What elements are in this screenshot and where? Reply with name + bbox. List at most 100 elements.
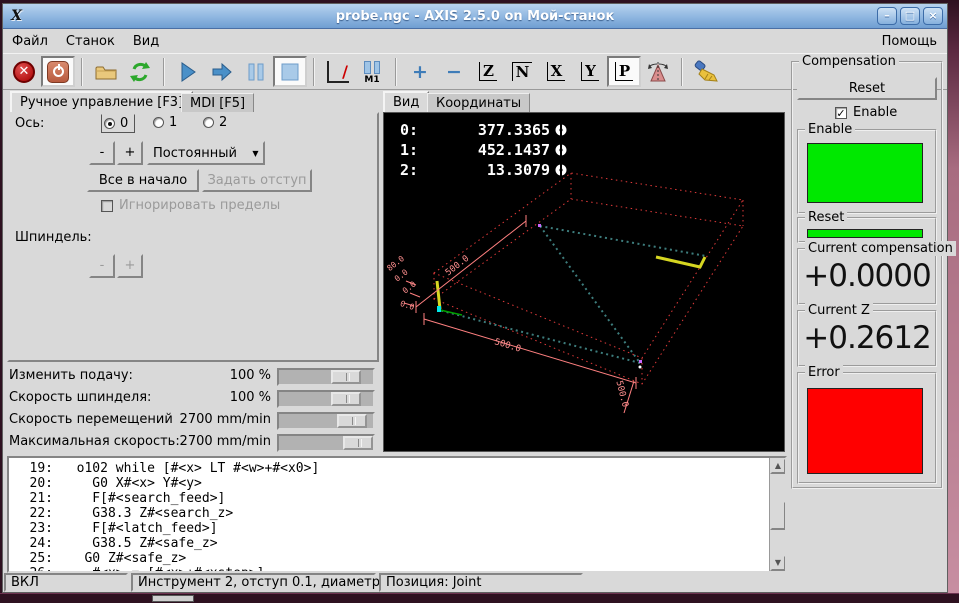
comp-enable-checkbox[interactable]: ✓ Enable bbox=[835, 105, 897, 120]
titlebar[interactable]: X probe.ngc - AXIS 2.5.0 on Мой-станок –… bbox=[3, 4, 947, 29]
override-limits-label: Игнорировать пределы bbox=[119, 198, 281, 213]
view-rotated-top-button[interactable]: N bbox=[505, 56, 539, 87]
gcode-line[interactable]: 19: o102 while [#<x> LT #<w>+#<x0>] bbox=[9, 461, 785, 476]
status-tool-info: Инструмент 2, отступ 0.1, диаметр 0. bbox=[131, 573, 397, 592]
view-perspective-icon: P bbox=[614, 62, 634, 81]
zoom-out-icon: − bbox=[446, 60, 462, 83]
enable-indicator-title: Enable bbox=[805, 122, 856, 137]
touch-off-button: Задать отступ bbox=[202, 169, 312, 192]
preview-3d-canvas[interactable]: 0: 377.3365 1: 452.1437 2: 13.3079 500.0… bbox=[383, 112, 785, 452]
scroll-down-icon[interactable]: ▼ bbox=[770, 555, 785, 571]
skip-lines-button[interactable]: / bbox=[321, 56, 355, 87]
gcode-line[interactable]: 22: G38.3 Z#<search_z> bbox=[9, 506, 785, 521]
jog-minus-button[interactable]: - bbox=[89, 141, 115, 165]
view-side-button[interactable]: X bbox=[539, 56, 573, 87]
tab-manual-control[interactable]: Ручное управление [F3] bbox=[10, 91, 194, 112]
slider-thumb[interactable] bbox=[343, 436, 373, 450]
minimize-button[interactable]: – bbox=[877, 7, 897, 25]
zoom-out-button[interactable]: − bbox=[437, 56, 471, 87]
menu-view[interactable]: Вид bbox=[124, 32, 168, 51]
pause-button[interactable] bbox=[239, 56, 273, 87]
gcode-scrollbar[interactable]: ▲ ▼ bbox=[769, 458, 785, 571]
jog-mode-select[interactable]: Постоянный ▼ bbox=[147, 141, 265, 165]
gcode-listing[interactable]: 19: o102 while [#<x> LT #<w>+#<x0>] 20: … bbox=[7, 456, 787, 573]
view-top-button[interactable]: Z bbox=[471, 56, 505, 87]
gcode-line[interactable]: 24: G38.5 Z#<safe_z> bbox=[9, 536, 785, 551]
axis-radio-1[interactable]: 1 bbox=[153, 115, 177, 130]
estop-icon: ✕ bbox=[13, 60, 35, 83]
toolbar-separator bbox=[681, 57, 683, 86]
spindle-plus-button: + bbox=[117, 254, 143, 278]
status-position-mode: Позиция: Joint bbox=[379, 573, 583, 592]
jog-speed-value: 2700 mm/min bbox=[179, 412, 271, 427]
desktop-right-strip bbox=[948, 0, 959, 603]
gcode-line-number: 26: bbox=[9, 566, 53, 571]
view-perspective-button[interactable]: P bbox=[607, 56, 641, 87]
tab-preview[interactable]: Вид bbox=[383, 91, 430, 112]
jog-mode-value: Постоянный bbox=[153, 145, 237, 161]
reload-icon bbox=[130, 61, 150, 82]
axis-radio-0[interactable]: 0 bbox=[101, 114, 136, 133]
gcode-line[interactable]: 23: F[#<latch_feed>] bbox=[9, 521, 785, 536]
scrollbar-thumb[interactable] bbox=[770, 500, 785, 531]
error-indicator-frame: Error bbox=[797, 365, 937, 484]
slider-thumb[interactable] bbox=[331, 370, 361, 384]
reload-button[interactable] bbox=[123, 56, 157, 87]
slider-thumb[interactable] bbox=[331, 392, 361, 406]
clear-plot-button[interactable] bbox=[689, 56, 723, 87]
machine-power-button[interactable] bbox=[41, 56, 75, 87]
max-velocity-slider[interactable] bbox=[277, 434, 375, 452]
menu-machine[interactable]: Станок bbox=[57, 32, 124, 51]
folder-icon bbox=[95, 66, 117, 79]
toolbar-separator bbox=[313, 57, 315, 86]
run-button[interactable] bbox=[171, 56, 205, 87]
stop-button[interactable] bbox=[273, 56, 307, 87]
dro-axis-1-label: 1: bbox=[400, 141, 419, 159]
step-button[interactable] bbox=[205, 56, 239, 87]
slider-thumb[interactable] bbox=[337, 414, 367, 428]
close-button[interactable]: × bbox=[923, 7, 943, 25]
gcode-line-text: #<x> = [#<x>+#<xstep>] bbox=[53, 566, 264, 571]
maximize-button[interactable]: □ bbox=[900, 7, 920, 25]
background-window-fragment bbox=[152, 595, 194, 602]
dro-axis-1-value: 452.1437 bbox=[477, 141, 551, 159]
chevron-down-icon: ▼ bbox=[246, 143, 263, 163]
comp-enable-label: Enable bbox=[853, 105, 898, 120]
home-all-button[interactable]: Все в начало bbox=[87, 169, 199, 192]
gcode-line[interactable]: 26: #<x> = [#<x>+#<xstep>] bbox=[9, 566, 785, 571]
radio-dot-icon bbox=[153, 117, 164, 128]
estop-button[interactable]: ✕ bbox=[7, 56, 41, 87]
feed-override-value: 100 % bbox=[229, 368, 271, 383]
comp-reset-button[interactable]: Reset bbox=[797, 77, 937, 100]
axis-label: Ось: bbox=[15, 116, 45, 131]
jog-speed-slider[interactable] bbox=[277, 412, 375, 430]
tab-mdi[interactable]: MDI [F5] bbox=[181, 93, 255, 112]
current-z-value: +0.2612 bbox=[803, 320, 931, 356]
jog-plus-button[interactable]: + bbox=[117, 141, 143, 165]
open-file-button[interactable] bbox=[89, 56, 123, 87]
view-side-icon: X bbox=[546, 62, 566, 81]
desktop-bottom-strip bbox=[0, 593, 959, 603]
spindle-minus-button: - bbox=[89, 254, 115, 278]
menu-file[interactable]: Файл bbox=[3, 32, 57, 51]
statusbar: ВКЛ Инструмент 2, отступ 0.1, диаметр 0.… bbox=[3, 573, 947, 592]
tab-preview-label: Вид bbox=[393, 95, 420, 110]
tab-dro[interactable]: Координаты bbox=[427, 93, 531, 112]
scroll-up-icon[interactable]: ▲ bbox=[770, 458, 785, 474]
reset-indicator-led bbox=[807, 229, 923, 238]
gcode-line[interactable]: 21: F[#<search_feed>] bbox=[9, 491, 785, 506]
menu-help[interactable]: Помощь bbox=[872, 32, 947, 51]
feed-override-slider[interactable] bbox=[277, 368, 375, 386]
spindle-override-slider[interactable] bbox=[277, 390, 375, 408]
zoom-in-button[interactable]: + bbox=[403, 56, 437, 87]
gcode-line[interactable]: 25: G0 Z#<safe_z> bbox=[9, 551, 785, 566]
gcode-line-text: F[#<search_feed>] bbox=[61, 491, 226, 506]
gcode-line-number: 20: bbox=[29, 476, 53, 491]
skip-lines-icon: / bbox=[327, 60, 349, 83]
axis-radio-2[interactable]: 2 bbox=[203, 115, 227, 130]
zoom-in-icon: + bbox=[412, 60, 428, 83]
optional-pause-button[interactable]: M1 bbox=[355, 56, 389, 87]
gcode-line[interactable]: 20: G0 X#<x> Y#<y> bbox=[9, 476, 785, 491]
view-front-button[interactable]: Y bbox=[573, 56, 607, 87]
rotate-view-button[interactable] bbox=[641, 56, 675, 87]
